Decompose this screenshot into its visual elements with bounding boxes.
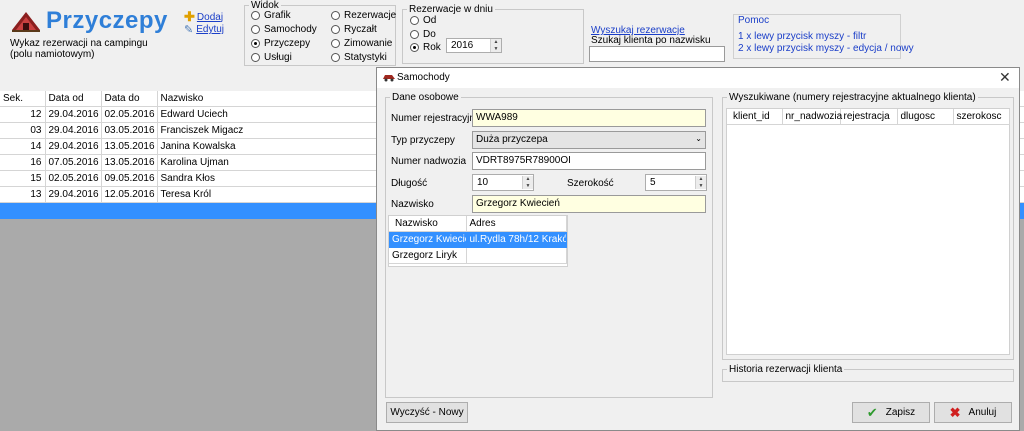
car-icon <box>382 72 396 85</box>
edit-icon: ✎ <box>184 24 194 36</box>
edit-link[interactable]: ✎ Edytuj <box>184 23 224 36</box>
width-down-icon[interactable]: ▼ <box>696 182 706 189</box>
help-title: Pomoc <box>738 15 770 26</box>
history-group: Historia rezerwacji klienta <box>722 364 1014 382</box>
column-header-sek[interactable]: Sek. <box>0 91 46 107</box>
searched-header-szerokosc[interactable]: szerokosc <box>953 109 1010 125</box>
column-header-data-od[interactable]: Data od <box>45 91 102 107</box>
view-option-przyczepy[interactable]: Przyczepy <box>251 37 310 50</box>
search-client-label: Szukaj klienta po nazwisku <box>591 35 711 46</box>
length-label: Długość <box>391 178 428 189</box>
width-label: Szerokość <box>567 178 614 189</box>
reg-number-input[interactable]: WWA989 <box>472 109 706 127</box>
searched-header-row: klient_id nr_nadwozia rejestracja dlugos… <box>727 109 1010 125</box>
searched-legend: Wyszukiwane (numery rejestracyjne aktual… <box>729 92 976 103</box>
list-item[interactable]: Grzegorz Liryk <box>389 247 567 264</box>
searched-header-klient-id[interactable]: klient_id <box>727 109 783 125</box>
option-from[interactable]: Od <box>410 14 436 27</box>
surname-input[interactable]: Grzegorz Kwiecień <box>472 195 706 213</box>
clear-new-button[interactable]: Wyczyść - Nowy <box>386 402 468 423</box>
searched-grid: klient_id nr_nadwozia rejestracja dlugos… <box>726 108 1010 355</box>
column-header-data-do[interactable]: Data do <box>101 91 158 107</box>
app-logo-icon <box>10 8 42 39</box>
view-option-rezerwacje[interactable]: Rezerwacje <box>331 9 396 22</box>
year-stepper[interactable]: 2016 ▲ ▼ <box>446 38 502 53</box>
length-down-icon[interactable]: ▼ <box>523 182 533 189</box>
dialog-title: Samochody <box>397 72 450 83</box>
close-icon[interactable]: ✕ <box>999 69 1011 86</box>
width-stepper[interactable]: 5 ▲ ▼ <box>645 174 707 191</box>
vin-label: Numer nadwozia <box>391 156 467 167</box>
search-client-input[interactable] <box>589 46 725 62</box>
clients-header-row: Nazwisko Adres <box>389 216 567 232</box>
history-legend: Historia rezerwacji klienta <box>729 364 843 375</box>
check-icon: ✔ <box>866 404 878 420</box>
help-line-2: 2 x lewy przycisk myszy - edycja / nowy <box>738 43 914 54</box>
cancel-x-icon: ✖ <box>949 404 961 420</box>
personal-data-legend: Dane osobowe <box>392 92 459 103</box>
view-option-zimowanie[interactable]: Zimowanie <box>331 37 392 50</box>
surname-label: Nazwisko <box>391 199 434 210</box>
searched-header-nr-nadwozia[interactable]: nr_nadwozia <box>782 109 842 125</box>
list-item[interactable]: Grzegorz Kwiecień ul.Rydla 78h/12 Kraków <box>389 231 567 248</box>
option-to[interactable]: Do <box>410 28 436 41</box>
save-button[interactable]: ✔ Zapisz <box>852 402 930 423</box>
view-option-uslugi[interactable]: Usługi <box>251 51 292 64</box>
samochody-dialog: Samochody ✕ Dane osobowe Numer rejestrac… <box>376 67 1020 431</box>
app-title: Przyczepy <box>46 7 168 34</box>
view-option-statystyki[interactable]: Statystyki <box>331 51 387 64</box>
year-value: 2016 <box>451 40 474 51</box>
trailer-type-label: Typ przyczepy <box>391 135 455 146</box>
trailer-type-select[interactable]: Duża przyczepa ⌄ <box>472 131 706 149</box>
view-option-samochody[interactable]: Samochody <box>251 23 317 36</box>
view-option-ryczalt[interactable]: Ryczałt <box>331 23 377 36</box>
reg-number-label: Numer rejestracyjny <box>391 113 480 124</box>
clients-grid: Nazwisko Adres Grzegorz Kwiecień ul.Rydl… <box>388 215 568 267</box>
clients-header-adres[interactable]: Adres <box>466 216 567 232</box>
cancel-button[interactable]: ✖ Anuluj <box>934 402 1012 423</box>
option-year[interactable]: Rok <box>410 41 441 54</box>
dialog-title-bar: Samochody ✕ <box>377 68 1019 88</box>
searched-header-dlugosc[interactable]: dlugosc <box>897 109 954 125</box>
app-subtitle: Wykaz rezerwacji na campingu (polu namio… <box>10 38 148 60</box>
year-down-icon[interactable]: ▼ <box>491 45 501 52</box>
chevron-down-icon: ⌄ <box>695 134 702 143</box>
clients-header-nazwisko[interactable]: Nazwisko <box>389 216 467 232</box>
searched-header-rejestracja[interactable]: rejestracja <box>840 109 898 125</box>
vin-input[interactable]: VDRT8975R78900OI <box>472 152 706 170</box>
view-options: Grafik Samochody Przyczepy Usługi Rezerw… <box>251 9 396 64</box>
view-option-grafik[interactable]: Grafik <box>251 9 291 22</box>
help-line-1: 1 x lewy przycisk myszy - filtr <box>738 31 867 42</box>
length-stepper[interactable]: 10 ▲ ▼ <box>472 174 534 191</box>
